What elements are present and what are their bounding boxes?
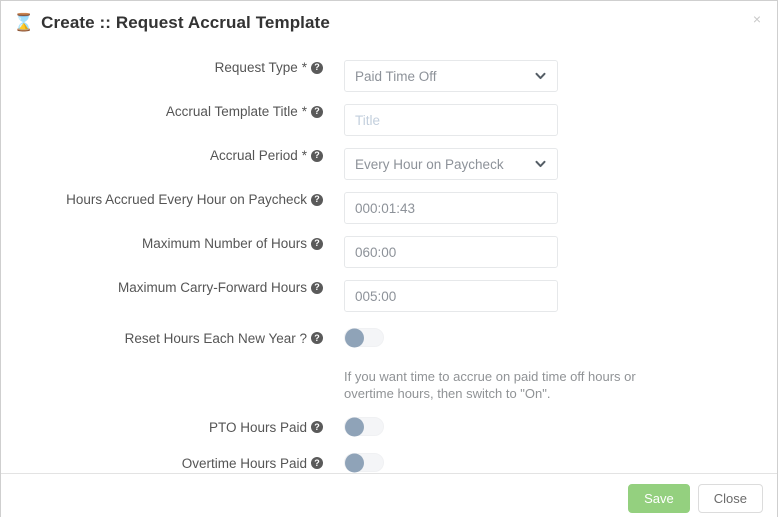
label-maximum-carry-forward-hours: Maximum Carry-Forward Hours ? bbox=[1, 280, 323, 295]
toggle-knob bbox=[345, 417, 364, 436]
accrual-helper-text: If you want time to accrue on paid time … bbox=[344, 369, 636, 401]
form-row-maximum-number-of-hours: Maximum Number of Hours ? 060:00 bbox=[1, 236, 777, 268]
label-text: Accrual Template Title bbox=[165, 104, 298, 119]
label-text: Maximum Number of Hours bbox=[141, 236, 307, 251]
help-icon[interactable]: ? bbox=[311, 237, 323, 250]
required-marker: * bbox=[301, 104, 307, 119]
request-type-value: Paid Time Off bbox=[355, 68, 437, 84]
help-icon[interactable]: ? bbox=[311, 193, 323, 206]
label-text: Overtime Hours Paid bbox=[181, 455, 307, 471]
accrual-template-title-input[interactable]: Title bbox=[344, 104, 558, 136]
help-icon[interactable]: ? bbox=[311, 105, 323, 118]
accrual-period-select[interactable]: Every Hour on Paycheck bbox=[344, 148, 558, 180]
field-overtime-hours-paid bbox=[323, 453, 777, 472]
form-row-pto-hours-paid: PTO Hours Paid ? bbox=[1, 417, 777, 437]
label-request-type: Request Type * ? bbox=[1, 60, 323, 75]
save-button[interactable]: Save bbox=[628, 484, 690, 513]
reset-hours-each-new-year-toggle[interactable] bbox=[344, 328, 384, 347]
accrual-template-title-placeholder: Title bbox=[355, 112, 381, 128]
required-marker: * bbox=[301, 148, 307, 163]
overtime-hours-paid-toggle[interactable] bbox=[344, 453, 384, 472]
help-icon[interactable]: ? bbox=[311, 421, 323, 433]
label-text: Accrual Period bbox=[209, 148, 298, 163]
help-icon[interactable]: ? bbox=[311, 149, 323, 162]
label-accrual-template-title: Accrual Template Title * ? bbox=[1, 104, 323, 119]
form-row-maximum-carry-forward-hours: Maximum Carry-Forward Hours ? 005:00 bbox=[1, 280, 777, 312]
field-hours-accrued: 000:01:43 bbox=[323, 192, 777, 224]
help-icon[interactable]: ? bbox=[311, 281, 323, 294]
toggle-knob bbox=[345, 328, 364, 347]
dialog-header: ⌛ Create :: Request Accrual Template × bbox=[1, 1, 777, 45]
hours-accrued-input[interactable]: 000:01:43 bbox=[344, 192, 558, 224]
form-row-accrual-template-title: Accrual Template Title * ? Title bbox=[1, 104, 777, 136]
label-text: Maximum Carry-Forward Hours bbox=[117, 280, 307, 295]
create-request-accrual-template-dialog: ⌛ Create :: Request Accrual Template × R… bbox=[0, 0, 778, 523]
form-row-request-type: Request Type * ? Paid Time Off bbox=[1, 60, 777, 92]
field-helper-text: If you want time to accrue on paid time … bbox=[323, 368, 777, 402]
label-reset-hours-each-new-year: Reset Hours Each New Year ? ? bbox=[1, 328, 323, 348]
label-hours-accrued: Hours Accrued Every Hour on Paycheck ? bbox=[1, 192, 323, 207]
form-row-helper-text: If you want time to accrue on paid time … bbox=[1, 368, 777, 402]
label-text: Hours Accrued Every Hour on Paycheck bbox=[66, 192, 307, 207]
toggle-knob bbox=[345, 453, 364, 472]
form-row-reset-hours-each-new-year: Reset Hours Each New Year ? ? bbox=[1, 328, 777, 348]
chevron-down-icon bbox=[535, 71, 546, 82]
field-accrual-period: Every Hour on Paycheck bbox=[323, 148, 777, 180]
request-type-select[interactable]: Paid Time Off bbox=[344, 60, 558, 92]
close-button[interactable]: Close bbox=[697, 484, 763, 513]
field-pto-hours-paid bbox=[323, 417, 777, 436]
maximum-carry-forward-hours-input[interactable]: 005:00 bbox=[344, 280, 558, 312]
label-text: PTO Hours Paid bbox=[208, 419, 307, 435]
close-icon[interactable]: × bbox=[749, 11, 765, 27]
chevron-down-icon bbox=[535, 159, 546, 170]
page-title: Create :: Request Accrual Template bbox=[41, 13, 330, 32]
field-maximum-number-of-hours: 060:00 bbox=[323, 236, 777, 268]
label-maximum-number-of-hours: Maximum Number of Hours ? bbox=[1, 236, 323, 251]
pto-hours-paid-toggle[interactable] bbox=[344, 417, 384, 436]
maximum-number-of-hours-input[interactable]: 060:00 bbox=[344, 236, 558, 268]
label-pto-hours-paid: PTO Hours Paid ? bbox=[1, 417, 323, 437]
field-maximum-carry-forward-hours: 005:00 bbox=[323, 280, 777, 312]
field-reset-hours-each-new-year bbox=[323, 328, 777, 347]
field-request-type: Paid Time Off bbox=[323, 60, 777, 92]
hours-accrued-value: 000:01:43 bbox=[355, 200, 416, 216]
dialog-footer: Save Close bbox=[1, 473, 777, 523]
required-marker: * bbox=[301, 60, 307, 75]
hourglass-icon: ⌛ bbox=[13, 12, 35, 32]
label-overtime-hours-paid: Overtime Hours Paid ? bbox=[1, 453, 323, 473]
form-row-overtime-hours-paid: Overtime Hours Paid ? bbox=[1, 453, 777, 473]
maximum-number-of-hours-value: 060:00 bbox=[355, 244, 397, 260]
label-text: Reset Hours Each New Year ? bbox=[124, 330, 307, 346]
field-accrual-template-title: Title bbox=[323, 104, 777, 136]
form-row-accrual-period: Accrual Period * ? Every Hour on Paychec… bbox=[1, 148, 777, 180]
help-icon[interactable]: ? bbox=[311, 332, 323, 344]
dialog-title-group: ⌛ Create :: Request Accrual Template bbox=[13, 13, 330, 33]
maximum-carry-forward-hours-value: 005:00 bbox=[355, 288, 397, 304]
label-text: Request Type bbox=[214, 60, 298, 75]
form-row-hours-accrued: Hours Accrued Every Hour on Paycheck ? 0… bbox=[1, 192, 777, 224]
dialog-body: Request Type * ? Paid Time Off Accrual T… bbox=[1, 45, 777, 473]
accrual-period-value: Every Hour on Paycheck bbox=[355, 156, 504, 172]
help-icon[interactable]: ? bbox=[311, 457, 323, 469]
label-accrual-period: Accrual Period * ? bbox=[1, 148, 323, 163]
help-icon[interactable]: ? bbox=[311, 61, 323, 74]
